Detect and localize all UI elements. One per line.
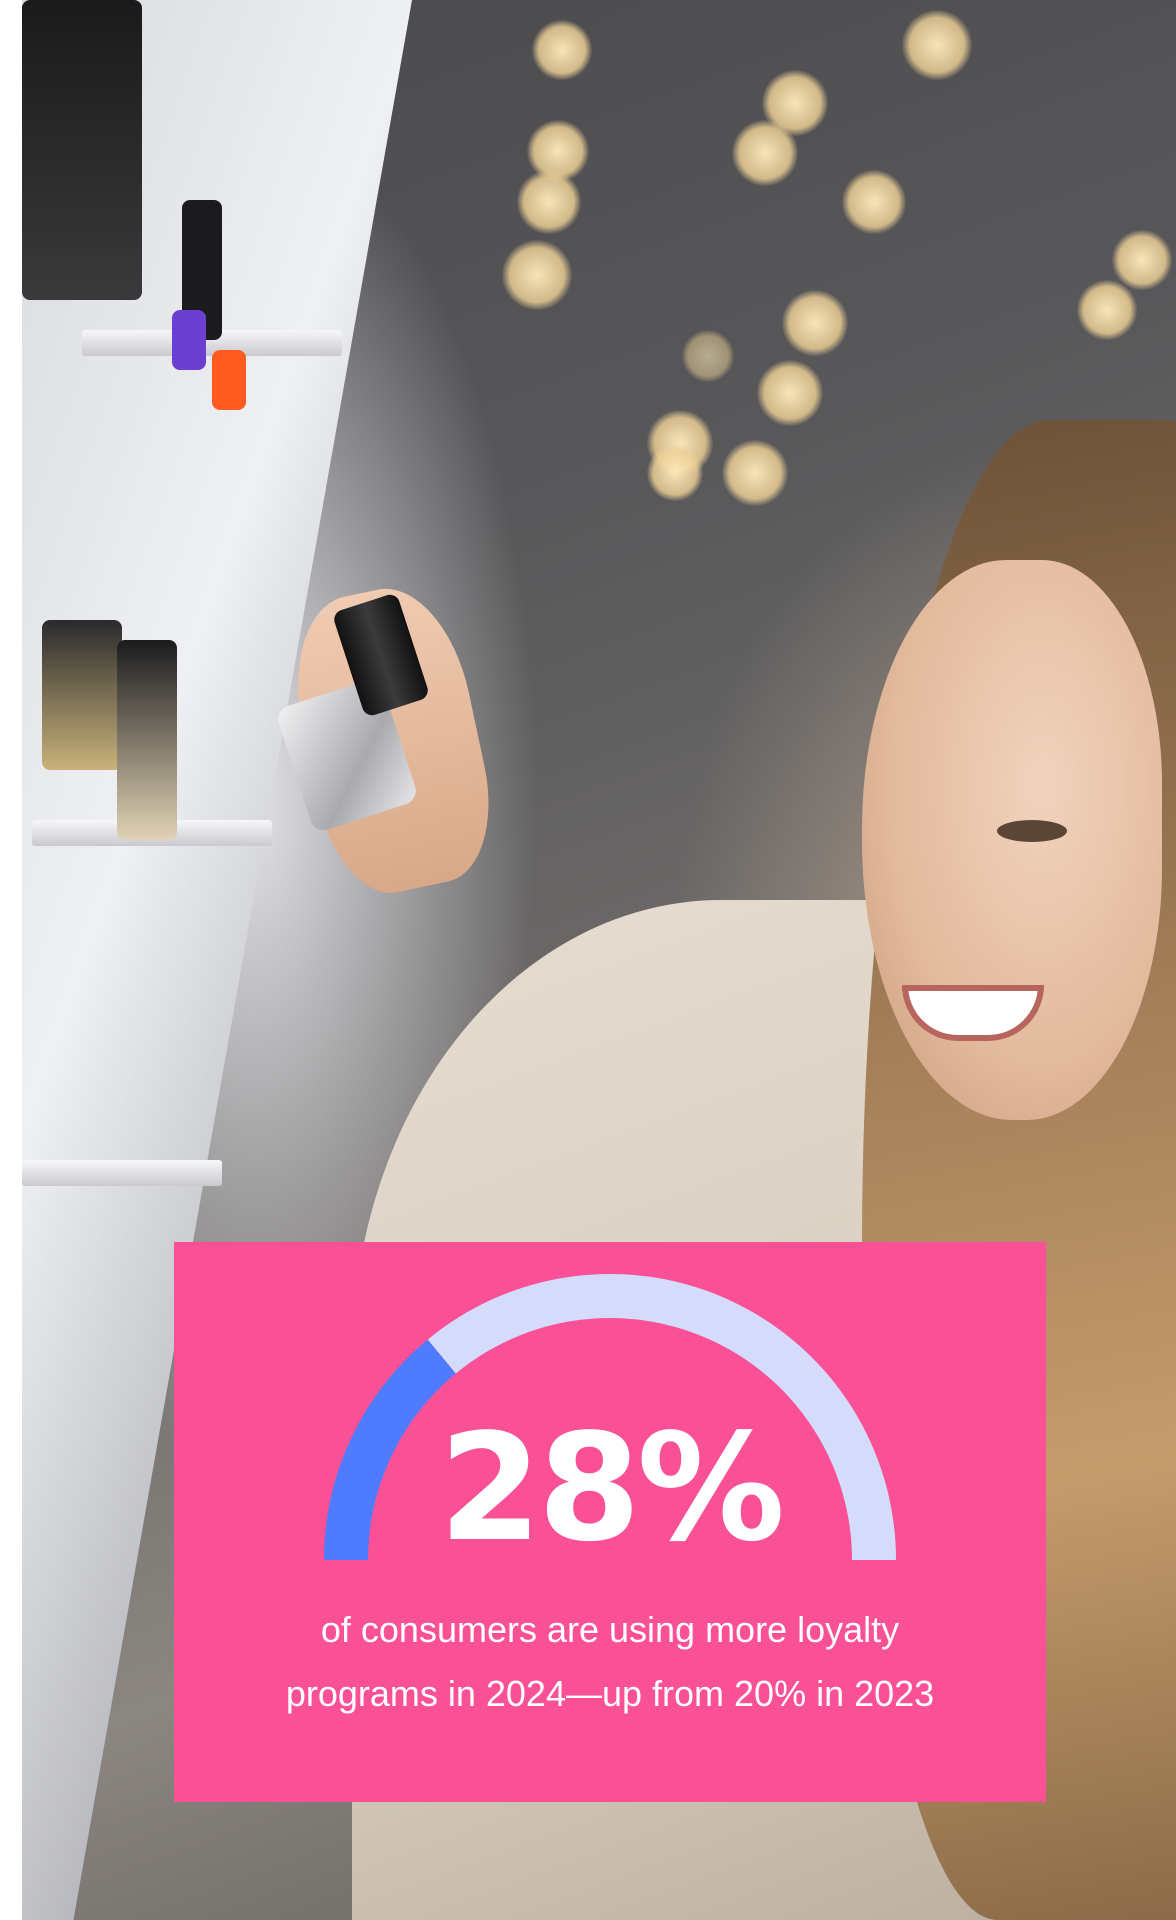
nail-polish-bottle [172, 310, 206, 370]
bokeh-light [1112, 230, 1172, 290]
bokeh-light [757, 360, 823, 426]
bokeh-light [517, 170, 581, 234]
product-packaging [22, 0, 142, 300]
bokeh-light [902, 10, 972, 80]
bokeh-light [732, 120, 798, 186]
bokeh-light [682, 330, 734, 382]
bokeh-light [502, 240, 572, 310]
stat-caption-line: of consumers are using more loyalty [320, 1609, 900, 1650]
shelf [22, 1160, 222, 1186]
bokeh-light [782, 290, 848, 356]
nail-polish-bottle [212, 350, 246, 410]
bokeh-light [532, 20, 592, 80]
left-margin [0, 0, 22, 1920]
stat-caption: of consumers are using more loyalty prog… [174, 1598, 1046, 1726]
nail-polish-bottle [117, 640, 177, 840]
woman-eye [997, 820, 1067, 842]
bokeh-light [722, 440, 788, 506]
nail-polish-bottle [42, 620, 122, 770]
bokeh-light [1077, 280, 1137, 340]
stat-caption-line: programs in 2024—up from 20% in 2023 [285, 1673, 935, 1714]
bokeh-light [647, 445, 703, 501]
page: 28% of consumers are using more loyalty … [0, 0, 1176, 1920]
stat-value: 28% [438, 1402, 785, 1574]
bokeh-light [842, 170, 906, 234]
